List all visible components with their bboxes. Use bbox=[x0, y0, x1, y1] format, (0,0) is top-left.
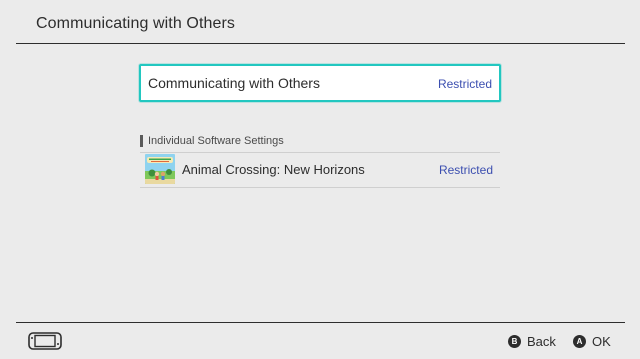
option-value: Restricted bbox=[437, 77, 492, 91]
software-name: Animal Crossing: New Horizons bbox=[182, 162, 365, 177]
handheld-console-icon bbox=[28, 332, 62, 350]
animal-crossing-game-icon bbox=[145, 154, 175, 184]
option-label: Communicating with Others bbox=[148, 75, 320, 91]
page-title: Communicating with Others bbox=[36, 15, 236, 32]
section-marker bbox=[140, 134, 143, 147]
footer-divider bbox=[16, 322, 625, 323]
header: Communicating with Others bbox=[0, 0, 640, 44]
header-divider bbox=[16, 43, 625, 44]
back-button[interactable]: B Back bbox=[508, 333, 556, 349]
a-button-icon: A bbox=[573, 334, 586, 348]
ok-label: OK bbox=[592, 333, 611, 349]
ok-button[interactable]: A OK bbox=[573, 333, 611, 349]
software-item-animal-crossing[interactable]: Animal Crossing: New Horizons Restricted bbox=[140, 153, 500, 187]
settings-screen: Communicating with Others Communicating … bbox=[0, 0, 640, 359]
b-button-icon: B bbox=[508, 334, 521, 348]
software-value: Restricted bbox=[438, 163, 493, 177]
back-label: Back bbox=[527, 333, 556, 349]
section-heading: Individual Software Settings bbox=[140, 134, 284, 147]
section-heading-label: Individual Software Settings bbox=[148, 134, 284, 147]
communicating-with-others-option[interactable]: Communicating with Others Restricted bbox=[139, 64, 501, 102]
list-divider-bottom bbox=[140, 187, 500, 188]
